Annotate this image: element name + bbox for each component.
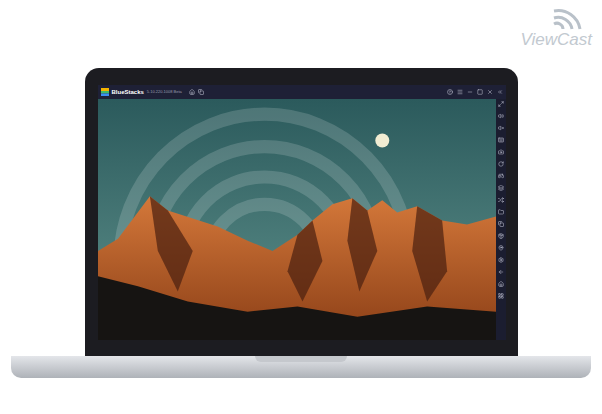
logo-text: ViewCast xyxy=(521,31,593,49)
collapse-icon[interactable] xyxy=(497,89,503,95)
maximize-icon[interactable] xyxy=(477,89,483,95)
toolbar-icon[interactable] xyxy=(498,293,504,299)
bluestacks-window: BlueStacks5.10.220.1008 Beta xyxy=(98,85,506,340)
help-icon[interactable] xyxy=(447,89,453,95)
page: ViewCast BlueStacks5.10.220.1008 Beta xyxy=(0,0,602,414)
toolbar-icon[interactable] xyxy=(498,281,504,287)
toolbar-icon[interactable] xyxy=(498,197,504,203)
toolbar-icon[interactable] xyxy=(498,149,504,155)
toolbar-icon[interactable] xyxy=(498,209,504,215)
home-icon[interactable] xyxy=(189,89,195,95)
toolbar-icon[interactable] xyxy=(498,173,504,179)
bluestacks-logo-icon xyxy=(101,88,109,96)
window-title: BlueStacks xyxy=(112,88,144,96)
toolbar-icon[interactable] xyxy=(498,113,504,119)
toolbar-icon[interactable] xyxy=(498,257,504,263)
toolbar-icon[interactable] xyxy=(498,221,504,227)
toolbar-icon[interactable] xyxy=(498,185,504,191)
toolbar-icon[interactable] xyxy=(498,125,504,131)
window-version: 5.10.220.1008 Beta xyxy=(147,89,182,95)
signal-icon xyxy=(550,5,586,31)
laptop-base xyxy=(11,356,591,378)
mountain-wallpaper xyxy=(98,99,496,340)
close-icon[interactable] xyxy=(487,89,493,95)
laptop: BlueStacks5.10.220.1008 Beta xyxy=(11,68,591,378)
toolbar-icon[interactable] xyxy=(498,161,504,167)
window-body xyxy=(98,99,506,340)
laptop-lid: BlueStacks5.10.220.1008 Beta xyxy=(85,68,518,356)
viewcast-logo: ViewCast xyxy=(521,5,593,49)
toolbar-icon[interactable] xyxy=(498,137,504,143)
toolbar-icon[interactable] xyxy=(498,245,504,251)
toolbar-icon[interactable] xyxy=(498,269,504,275)
minimize-icon[interactable] xyxy=(467,89,473,95)
side-toolbar xyxy=(496,99,506,340)
app-screen xyxy=(98,99,496,340)
laptop-notch xyxy=(255,356,347,362)
tabs-icon[interactable] xyxy=(198,89,204,95)
menu-icon[interactable] xyxy=(457,89,463,95)
toolbar-icon[interactable] xyxy=(498,233,504,239)
title-bar: BlueStacks5.10.220.1008 Beta xyxy=(98,85,506,99)
toolbar-icon[interactable] xyxy=(498,101,504,107)
